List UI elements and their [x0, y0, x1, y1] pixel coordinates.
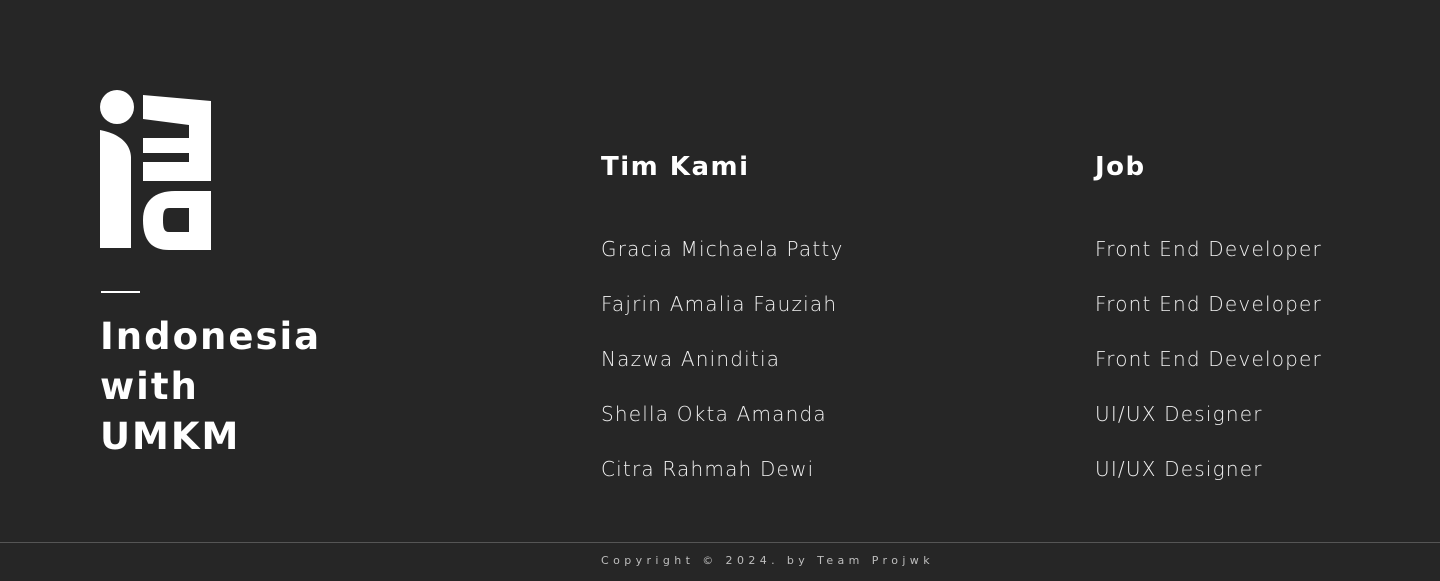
brand-title: Indonesia with UMKM [100, 312, 340, 462]
team-member: Gracia Michaela Patty [601, 237, 844, 261]
team-heading: Tim Kami [601, 152, 750, 182]
copyright-text: Copyright © 2024. by Team Projwk [601, 554, 934, 567]
team-member: Fajrin Amalia Fauziah [601, 292, 838, 316]
footer-divider [0, 542, 1440, 543]
team-member: Shella Okta Amanda [601, 402, 827, 426]
job-heading: Job [1095, 152, 1146, 182]
team-member: Nazwa Aninditia [601, 347, 781, 371]
job-role: Front End Developer [1095, 237, 1322, 261]
brand-title-line: UMKM [100, 415, 241, 458]
brand-divider [101, 291, 140, 293]
job-role: Front End Developer [1095, 347, 1322, 371]
footer-brand: Indonesia with UMKM [100, 90, 340, 458]
job-role: UI/UX Designer [1095, 402, 1263, 426]
job-role: UI/UX Designer [1095, 457, 1263, 481]
job-role: Front End Developer [1095, 292, 1322, 316]
job-column: Job Front End Developer Front End Develo… [1095, 150, 1395, 481]
brand-title-line: Indonesia [100, 315, 322, 358]
team-member: Citra Rahmah Dewi [601, 457, 815, 481]
team-column: Tim Kami Gracia Michaela Patty Fajrin Am… [601, 150, 1001, 481]
team-list: Gracia Michaela Patty Fajrin Amalia Fauz… [601, 232, 844, 507]
job-list: Front End Developer Front End Developer … [1095, 232, 1322, 507]
brand-title-line: with [100, 365, 199, 408]
iwu-logo-icon [100, 90, 211, 250]
